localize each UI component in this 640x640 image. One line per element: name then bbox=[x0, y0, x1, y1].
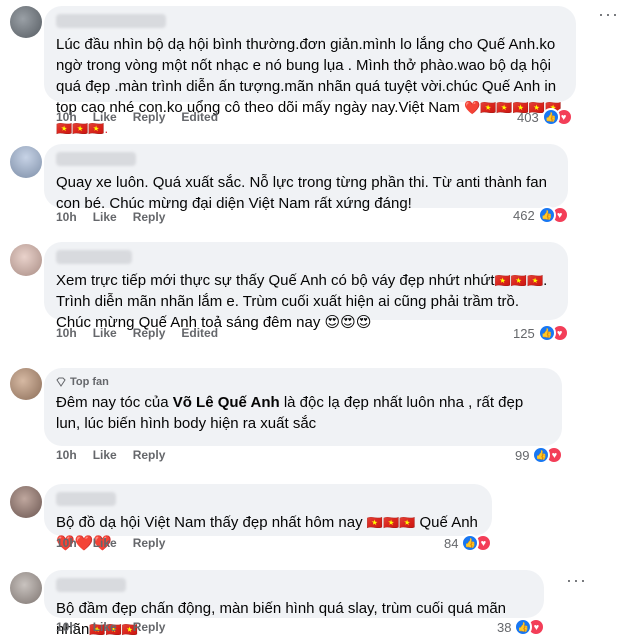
comment-actions: 10h Like Reply Edited bbox=[56, 326, 218, 340]
comment-bubble: Quay xe luôn. Quá xuất sắc. Nỗ lực trong… bbox=[44, 144, 568, 212]
more-options-icon[interactable]: ··· bbox=[566, 570, 587, 591]
reaction-summary[interactable]: 38 👍 ♥ bbox=[497, 618, 546, 636]
like-reaction-icon: 👍 bbox=[537, 324, 556, 342]
mention-link[interactable]: Võ Lê Quế Anh bbox=[173, 394, 280, 411]
reaction-count: 38 bbox=[497, 619, 512, 635]
comment-text: Quay xe luôn. Quá xuất sắc. Nỗ lực trong… bbox=[56, 174, 552, 212]
like-button[interactable]: Like bbox=[93, 110, 117, 124]
comment-4: Top fan Đêm nay tóc của Võ Lê Quế Anh là… bbox=[0, 362, 640, 472]
top-fan-badge[interactable]: Top fan bbox=[56, 376, 550, 388]
reply-button[interactable]: Reply bbox=[133, 448, 166, 462]
reaction-count: 84 bbox=[444, 535, 459, 551]
avatar[interactable] bbox=[10, 572, 42, 604]
author-name[interactable] bbox=[56, 250, 132, 264]
comment-bubble: Bộ đầm đẹp chấn động, màn biến hình quá … bbox=[44, 570, 544, 638]
timestamp[interactable]: 10h bbox=[56, 210, 77, 224]
like-button[interactable]: Like bbox=[93, 210, 117, 224]
reaction-count: 462 bbox=[513, 207, 535, 223]
reply-button[interactable]: Reply bbox=[133, 536, 166, 550]
author-name[interactable] bbox=[56, 14, 166, 28]
avatar[interactable] bbox=[10, 368, 42, 400]
author-name[interactable] bbox=[56, 492, 116, 506]
timestamp[interactable]: 10h bbox=[56, 620, 77, 634]
edited-label[interactable]: Edited bbox=[181, 110, 218, 124]
comment-actions: 10h Like Reply Edited bbox=[56, 110, 218, 124]
comment-bubble: Lúc đầu nhìn bộ dạ hội bình thường.đơn g… bbox=[44, 6, 576, 136]
like-reaction-icon: 👍 bbox=[537, 206, 556, 224]
comment-6: Bộ đầm đẹp chấn động, màn biến hình quá … bbox=[0, 566, 640, 640]
reply-button[interactable]: Reply bbox=[133, 110, 166, 124]
timestamp[interactable]: 10h bbox=[56, 326, 77, 340]
reply-button[interactable]: Reply bbox=[133, 210, 166, 224]
comment-1: Lúc đầu nhìn bộ dạ hội bình thường.đơn g… bbox=[0, 0, 640, 136]
author-name[interactable] bbox=[56, 152, 136, 166]
reaction-summary[interactable]: 403 👍 ♥ bbox=[517, 108, 573, 126]
reaction-count: 125 bbox=[513, 325, 535, 341]
reaction-count: 403 bbox=[517, 109, 539, 125]
reaction-count: 99 bbox=[515, 447, 530, 463]
comment-text: Đêm nay tóc của Võ Lê Quế Anh là độc lạ … bbox=[56, 394, 528, 432]
reaction-summary[interactable]: 462 👍 ♥ bbox=[513, 206, 569, 224]
comment-2: Quay xe luôn. Quá xuất sắc. Nỗ lực trong… bbox=[0, 140, 640, 230]
top-fan-label: Top fan bbox=[70, 376, 109, 388]
avatar[interactable] bbox=[10, 146, 42, 178]
comment-actions: 10h Like Reply bbox=[56, 620, 165, 634]
like-button[interactable]: Like bbox=[93, 536, 117, 550]
reply-button[interactable]: Reply bbox=[133, 620, 166, 634]
comment-bubble: Bộ đồ dạ hội Việt Nam thấy đẹp nhất hôm … bbox=[44, 484, 492, 552]
comment-text: Xem trực tiếp mới thực sự thấy Quế Anh c… bbox=[56, 272, 552, 331]
like-button[interactable]: Like bbox=[93, 326, 117, 340]
reaction-summary[interactable]: 125 👍 ♥ bbox=[513, 324, 569, 342]
author-name[interactable] bbox=[56, 578, 126, 592]
comment-actions: 10h Like Reply bbox=[56, 210, 165, 224]
edited-label[interactable]: Edited bbox=[181, 326, 218, 340]
like-button[interactable]: Like bbox=[93, 448, 117, 462]
avatar[interactable] bbox=[10, 244, 42, 276]
like-reaction-icon: 👍 bbox=[541, 108, 560, 126]
comment-bubble: Top fan Đêm nay tóc của Võ Lê Quế Anh là… bbox=[44, 368, 562, 446]
reaction-summary[interactable]: 84 👍 ♥ bbox=[444, 534, 493, 552]
avatar[interactable] bbox=[10, 6, 42, 38]
reply-button[interactable]: Reply bbox=[133, 326, 166, 340]
like-button[interactable]: Like bbox=[93, 620, 117, 634]
reaction-summary[interactable]: 99 👍 ♥ bbox=[515, 446, 564, 464]
comment-5: Bộ đồ dạ hội Việt Nam thấy đẹp nhất hôm … bbox=[0, 480, 640, 560]
comment-actions: 10h Like Reply bbox=[56, 448, 165, 462]
timestamp[interactable]: 10h bbox=[56, 110, 77, 124]
comment-bubble: Xem trực tiếp mới thực sự thấy Quế Anh c… bbox=[44, 242, 568, 331]
timestamp[interactable]: 10h bbox=[56, 536, 77, 550]
more-options-icon[interactable]: ··· bbox=[598, 4, 619, 25]
comment-actions: 10h Like Reply bbox=[56, 536, 165, 550]
comment-3: Xem trực tiếp mới thực sự thấy Quế Anh c… bbox=[0, 240, 640, 352]
timestamp[interactable]: 10h bbox=[56, 448, 77, 462]
avatar[interactable] bbox=[10, 486, 42, 518]
diamond-icon bbox=[56, 377, 66, 387]
